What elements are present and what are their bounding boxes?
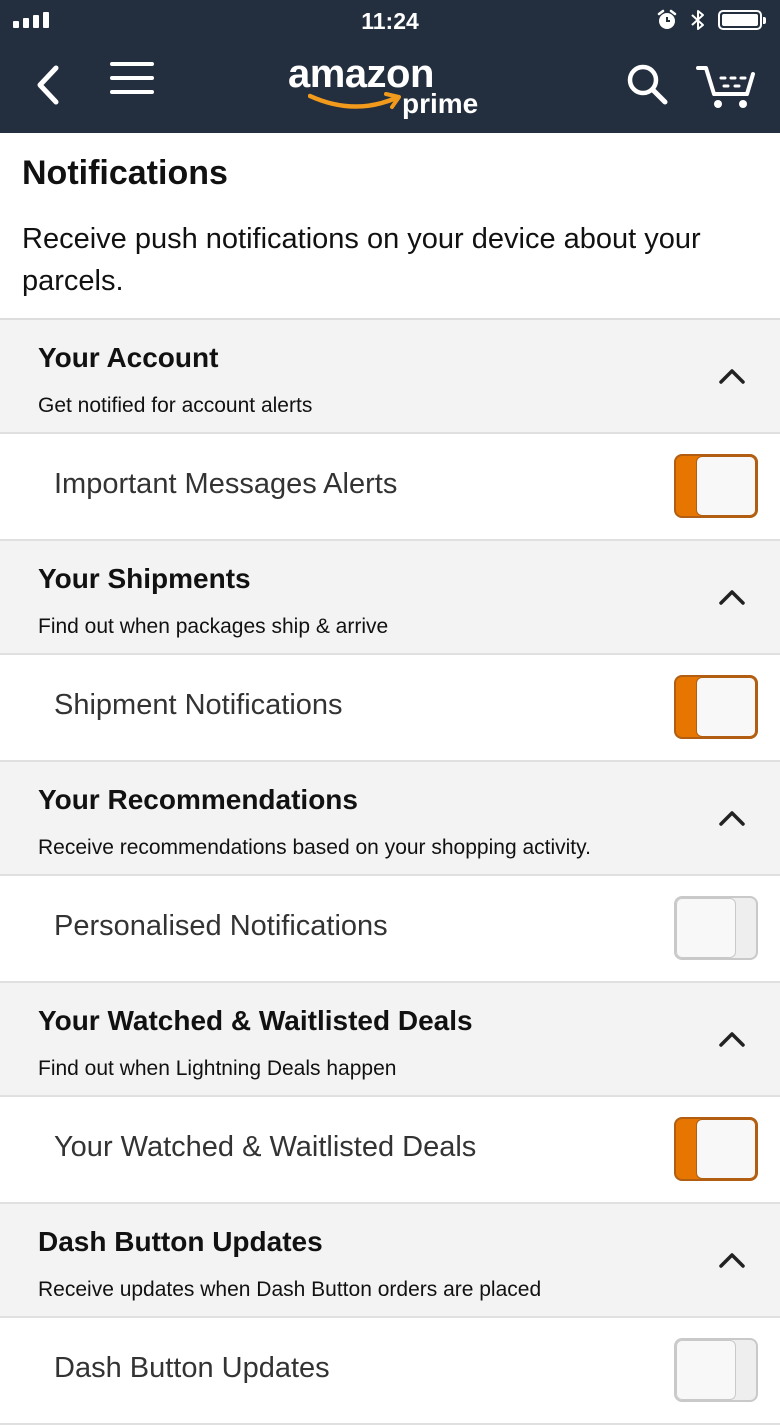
section-subtitle: Receive updates when Dash Button orders … [38, 1278, 542, 1301]
section-title: Your Shipments [38, 563, 251, 594]
section-header[interactable]: Dash Button Updates Receive updates when… [0, 1204, 780, 1318]
chevron-up-icon[interactable] [718, 587, 746, 607]
section-header[interactable]: Your Account Get notified for account al… [0, 320, 780, 434]
chevron-up-icon[interactable] [718, 1250, 746, 1270]
chevron-up-icon[interactable] [718, 366, 746, 386]
logo-prime: prime [402, 88, 479, 119]
chevron-up-icon[interactable] [718, 808, 746, 828]
section-header[interactable]: Your Watched & Waitlisted Deals Find out… [0, 983, 780, 1097]
section-header[interactable]: Your Shipments Find out when packages sh… [0, 541, 780, 655]
notification-sections: Your Account Get notified for account al… [0, 318, 780, 1425]
setting-label: Personalised Notifications [54, 910, 388, 942]
setting-label: Shipment Notifications [54, 689, 343, 721]
bluetooth-icon [691, 10, 704, 30]
toggle-switch[interactable] [674, 896, 758, 960]
section-watched-deals: Your Watched & Waitlisted Deals Find out… [0, 983, 780, 1204]
section-your-account: Your Account Get notified for account al… [0, 320, 780, 541]
app-header: 11:24 amazon prime [0, 0, 780, 133]
chevron-up-icon[interactable] [718, 1029, 746, 1049]
section-title: Your Account [38, 342, 219, 373]
section-dash-button: Dash Button Updates Receive updates when… [0, 1204, 780, 1425]
section-title: Dash Button Updates [38, 1226, 323, 1257]
section-subtitle: Get notified for account alerts [38, 394, 313, 417]
toggle-switch[interactable] [674, 454, 758, 518]
section-subtitle: Find out when packages ship & arrive [38, 615, 389, 638]
toggle-switch[interactable] [674, 1117, 758, 1181]
setting-row: Personalised Notifications [0, 876, 780, 983]
search-icon[interactable] [625, 62, 669, 106]
back-icon[interactable] [30, 60, 70, 110]
setting-label: Important Messages Alerts [54, 468, 398, 500]
menu-icon[interactable] [110, 62, 154, 102]
battery-icon [718, 10, 766, 30]
section-header[interactable]: Your Recommendations Receive recommendat… [0, 762, 780, 876]
setting-row: Your Watched & Waitlisted Deals [0, 1097, 780, 1204]
setting-row: Important Messages Alerts [0, 434, 780, 541]
cart-icon[interactable] [695, 60, 757, 110]
status-bar: 11:24 [0, 0, 780, 42]
section-your-shipments: Your Shipments Find out when packages sh… [0, 541, 780, 762]
setting-row: Shipment Notifications [0, 655, 780, 762]
page-title: Notifications [22, 154, 228, 192]
alarm-icon [657, 9, 677, 29]
section-title: Your Recommendations [38, 784, 358, 815]
toggle-switch[interactable] [674, 675, 758, 739]
setting-label: Your Watched & Waitlisted Deals [54, 1131, 477, 1163]
setting-row: Dash Button Updates [0, 1318, 780, 1425]
section-subtitle: Receive recommendations based on your sh… [38, 836, 591, 859]
toggle-switch[interactable] [674, 1338, 758, 1402]
section-subtitle: Find out when Lightning Deals happen [38, 1057, 397, 1080]
page-description: Receive push notifications on your devic… [22, 223, 701, 297]
amazon-prime-logo[interactable]: amazon prime [286, 52, 496, 124]
section-your-recommendations: Your Recommendations Receive recommendat… [0, 762, 780, 983]
setting-label: Dash Button Updates [54, 1352, 330, 1384]
smile-arrow-icon [308, 92, 401, 109]
section-title: Your Watched & Waitlisted Deals [38, 1005, 473, 1036]
